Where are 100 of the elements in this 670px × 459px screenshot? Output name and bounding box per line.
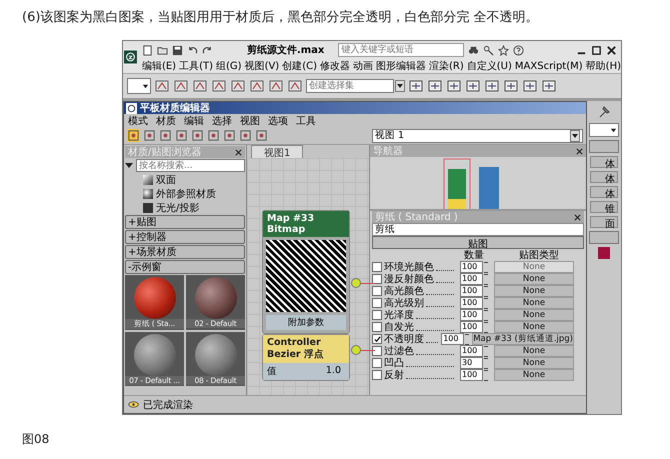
- menu-item[interactable]: 动画: [353, 59, 374, 73]
- figure-label: 图08: [21, 431, 50, 448]
- help-icon[interactable]: [513, 44, 524, 56]
- bitmap-node[interactable]: Map #33 Bitmap 附加参数: [262, 210, 350, 334]
- menu-item[interactable]: 渲染(R): [429, 59, 464, 73]
- map-button[interactable]: None: [494, 273, 574, 285]
- rollout-header[interactable]: +贴图: [125, 215, 245, 229]
- menu-item[interactable]: 工具: [296, 114, 316, 128]
- command-button[interactable]: 锥: [590, 201, 618, 213]
- menu-item[interactable]: 工具(T): [179, 59, 213, 73]
- rollout-header[interactable]: +控制器: [125, 230, 245, 244]
- dropdown[interactable]: [127, 78, 151, 94]
- checkbox[interactable]: [372, 322, 382, 332]
- menu-item[interactable]: 创建(C): [282, 59, 318, 73]
- search-field[interactable]: 按名称搜索...: [136, 159, 245, 172]
- close-icon[interactable]: [235, 148, 242, 156]
- spinner-icon[interactable]: [484, 370, 488, 380]
- menu-item[interactable]: 编辑(E): [142, 59, 176, 73]
- save-icon[interactable]: [172, 44, 183, 56]
- amount-field[interactable]: 100: [460, 297, 483, 309]
- map-button[interactable]: Map #33 (剪纸通道.jpg): [472, 333, 574, 345]
- command-button[interactable]: 体: [590, 186, 618, 198]
- maximize-icon[interactable]: [591, 44, 602, 56]
- menu-item[interactable]: 图形编辑器: [376, 59, 426, 73]
- spinner-icon[interactable]: [484, 262, 488, 272]
- amount-field[interactable]: 100: [460, 273, 483, 285]
- selection-set-field[interactable]: 创建选择集: [306, 79, 394, 93]
- output-socket-icon[interactable]: [351, 278, 361, 288]
- amount-field[interactable]: 100: [460, 369, 483, 381]
- checkbox[interactable]: [372, 274, 382, 284]
- menu-item[interactable]: 选择: [212, 114, 232, 128]
- undo-icon[interactable]: [186, 44, 198, 56]
- caret-icon[interactable]: [395, 80, 405, 92]
- amount-field[interactable]: 100: [441, 333, 464, 345]
- checkbox[interactable]: [372, 310, 382, 320]
- amount-field[interactable]: 30: [460, 357, 483, 369]
- star-icon[interactable]: [498, 44, 510, 56]
- rollout-header[interactable]: 贴图: [372, 236, 584, 249]
- command-button[interactable]: 面: [590, 216, 618, 228]
- amount-field[interactable]: 100: [460, 309, 483, 321]
- color-swatch[interactable]: [598, 247, 610, 259]
- spinner-icon[interactable]: [484, 298, 488, 308]
- menu-item[interactable]: 帮助(H): [586, 59, 621, 73]
- material-list-item[interactable]: 无光/投影: [125, 201, 245, 214]
- material-name-field[interactable]: 剪纸: [372, 223, 584, 236]
- close-icon[interactable]: [606, 44, 617, 56]
- spinner-icon[interactable]: [484, 358, 488, 368]
- menu-item[interactable]: 视图(V): [244, 59, 280, 73]
- spinner-icon[interactable]: [484, 346, 488, 356]
- amount-field[interactable]: 100: [460, 345, 483, 357]
- controller-node[interactable]: Controller Bezier 浮点 值 1.0: [262, 334, 350, 381]
- map-button[interactable]: None: [494, 297, 574, 309]
- map-button[interactable]: None: [494, 285, 574, 297]
- map-button[interactable]: None: [494, 369, 574, 381]
- map-button[interactable]: None: [494, 321, 574, 333]
- map-button[interactable]: None: [494, 357, 574, 369]
- checkbox[interactable]: [372, 358, 382, 368]
- menu-item[interactable]: 模式: [128, 114, 148, 128]
- checkbox[interactable]: [372, 334, 382, 344]
- checkbox[interactable]: [372, 298, 382, 308]
- menu-item[interactable]: 编辑: [184, 114, 204, 128]
- checkbox[interactable]: [372, 370, 382, 380]
- window-title: 剪纸源文件.max: [246, 44, 324, 57]
- close-icon[interactable]: [576, 148, 583, 154]
- map-label: 高光颜色: [384, 284, 424, 298]
- dropdown[interactable]: [589, 123, 619, 137]
- redo-icon[interactable]: [202, 44, 213, 56]
- eye-icon[interactable]: [128, 399, 139, 410]
- map-button[interactable]: None: [494, 345, 574, 357]
- spinner-icon[interactable]: [484, 274, 488, 284]
- view-tab[interactable]: 视图1: [251, 145, 304, 158]
- spinner-icon[interactable]: [484, 286, 488, 296]
- search-field[interactable]: 键入关键字或短语: [338, 43, 464, 57]
- rollout-header[interactable]: -示例窗: [125, 260, 245, 274]
- menu-item[interactable]: MAXScript(M): [514, 60, 583, 72]
- menu-item[interactable]: 材质: [156, 114, 176, 128]
- material-list-item[interactable]: 外部参照材质: [125, 187, 245, 200]
- binoculars-icon[interactable]: [468, 44, 480, 56]
- command-button[interactable]: 体: [590, 171, 618, 183]
- menu-item[interactable]: 修改器: [320, 59, 350, 73]
- material-list-item[interactable]: 双面: [125, 173, 245, 186]
- amount-field[interactable]: 100: [460, 321, 483, 333]
- key-icon[interactable]: [483, 44, 494, 56]
- close-icon[interactable]: [574, 214, 581, 220]
- checkbox[interactable]: [372, 286, 382, 296]
- checkbox[interactable]: [372, 346, 382, 356]
- app-logo-icon: [126, 102, 137, 114]
- menu-item[interactable]: 组(G): [216, 59, 242, 73]
- command-button[interactable]: 体: [590, 156, 618, 168]
- menu-item[interactable]: 选项: [268, 114, 288, 128]
- menu-item[interactable]: 视图: [240, 114, 260, 128]
- rollout-header[interactable]: +场景材质: [125, 245, 245, 259]
- output-socket-icon[interactable]: [351, 345, 361, 355]
- caret-icon[interactable]: [570, 130, 580, 142]
- spinner-icon[interactable]: [484, 310, 488, 320]
- folder-icon[interactable]: [156, 44, 168, 56]
- map-button[interactable]: None: [494, 309, 574, 321]
- new-file-icon[interactable]: [142, 44, 153, 56]
- amount-field[interactable]: 100: [460, 285, 483, 297]
- menu-item[interactable]: 自定义(U): [466, 59, 512, 73]
